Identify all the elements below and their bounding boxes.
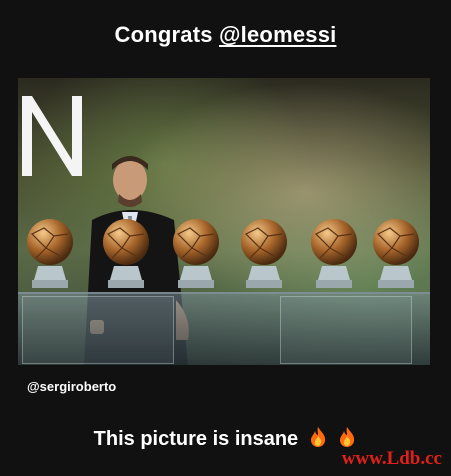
caption-bottom-text: This picture is insane — [93, 428, 299, 450]
trophy-ball-1 — [27, 219, 73, 288]
trophy-ball-3 — [173, 219, 219, 288]
trophy-ball-2 — [103, 219, 149, 288]
trophy-ball-5 — [311, 219, 357, 288]
glass-panel-right — [280, 296, 412, 364]
trophy-ball-6 — [373, 219, 419, 288]
caption-top: Congrats @leomessi — [0, 22, 451, 48]
story-photo — [18, 78, 430, 365]
fire-emoji-icon — [340, 427, 355, 447]
mention-leomessi[interactable]: @leomessi — [219, 22, 336, 47]
stage-letter-graphic — [22, 96, 82, 176]
trophy-ball-4 — [241, 219, 287, 288]
caption-prefix: Congrats — [114, 22, 220, 47]
story-frame: Congrats @leomessi @sergiroberto This pi… — [0, 0, 451, 476]
glass-panel-left — [22, 296, 174, 364]
fire-emoji-icon — [310, 427, 325, 447]
photo-tag-sergiroberto[interactable]: @sergiroberto — [27, 379, 116, 394]
watermark: www.Ldb.cc — [341, 448, 442, 469]
